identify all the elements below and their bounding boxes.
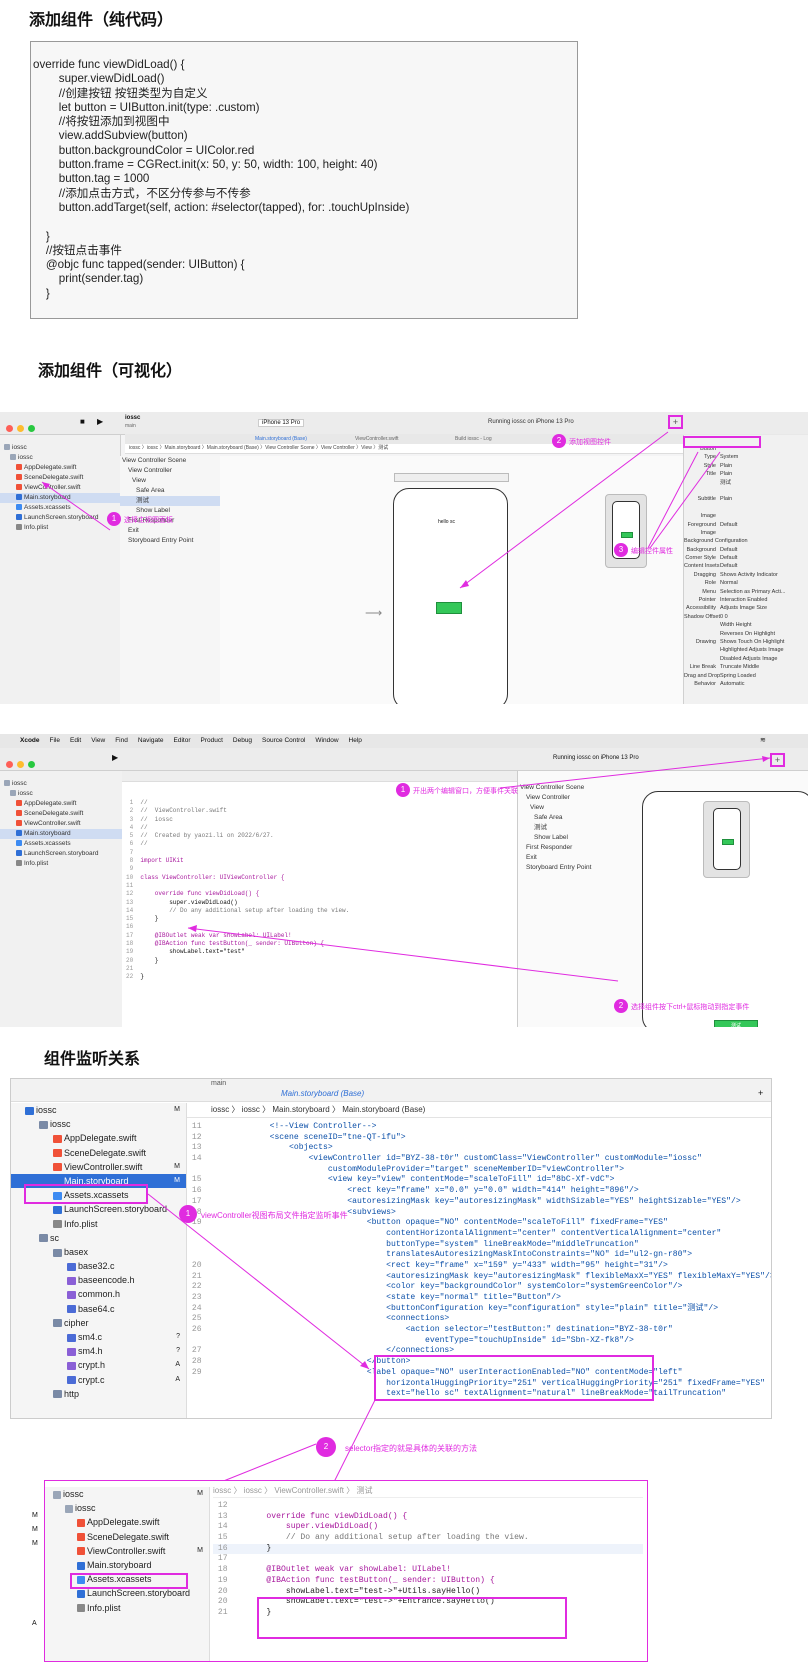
line-text: // Do any additional setup after loading… xyxy=(247,1533,529,1543)
file-name: LaunchScreen.storyboard xyxy=(87,1588,191,1599)
crumb-group[interactable]: iossc xyxy=(244,1486,262,1495)
file-item[interactable]: AppDelegate.swift xyxy=(45,1515,209,1529)
annotation-2-badge: 2 xyxy=(614,999,628,1013)
file-item[interactable]: Main.storyboard xyxy=(45,1558,209,1572)
line-text: override func viewDidLoad() { xyxy=(247,1511,408,1521)
annotation-1-text: viewController视图布局文件指定监听事件 xyxy=(201,1211,348,1220)
code-line: 14 super.viewDidLoad() xyxy=(213,1522,643,1533)
annotation-arrows xyxy=(41,431,721,589)
file-item[interactable]: iossc xyxy=(45,1501,209,1515)
file-name: Main.storyboard xyxy=(87,1559,152,1570)
viewcontroller-highlight xyxy=(70,1573,188,1589)
line-number: 17 xyxy=(213,1554,247,1564)
line-number: 15 xyxy=(213,1533,247,1543)
annotation-1-badge: 1 xyxy=(107,512,121,526)
file-item[interactable]: Info.plist xyxy=(45,1601,209,1615)
code-line: 17 xyxy=(213,1554,643,1565)
line-text: super.viewDidLoad() xyxy=(247,1522,379,1532)
annotation-2-text: selector指定的就是具体的关联的方法 xyxy=(345,1444,478,1453)
line-number: 20 xyxy=(213,1597,247,1607)
file-name: AppDelegate.swift xyxy=(87,1517,160,1528)
file-icon xyxy=(77,1547,85,1556)
annotation-2-badge: 2 xyxy=(316,1437,336,1457)
code-line: 15 // Do any additional setup after load… xyxy=(213,1533,643,1544)
vcs-badge: M xyxy=(32,1526,38,1533)
section-title-code: 添加组件（纯代码） xyxy=(29,12,174,29)
file-icon xyxy=(77,1604,85,1613)
margin-badges: MMMA xyxy=(10,1500,43,1660)
xcode-window-split-editor: Xcode File Edit View Find Navigate Editor Produ… xyxy=(0,734,808,1027)
code-line: 16 } xyxy=(213,1543,643,1555)
xcode-window-storyboard: ■ ▶ iossc main iPhone 13 Pro Running ios… xyxy=(0,412,808,704)
file-icon xyxy=(77,1589,85,1598)
file-name: SceneDelegate.swift xyxy=(87,1531,170,1542)
annotation-3-text: 编辑控件属性 xyxy=(631,548,673,555)
vcs-badge: M xyxy=(197,1490,203,1497)
annotation-1-badge: 1 xyxy=(396,783,410,797)
annotation-2-text: 选择组件按下ctrl+鼠标拖动到指定事件 xyxy=(631,1004,750,1011)
file-item[interactable]: SceneDelegate.swift xyxy=(45,1530,209,1544)
file-name: iossc xyxy=(63,1489,84,1499)
code-line: 18 @IBOutlet weak var showLabel: UILabel… xyxy=(213,1565,643,1576)
file-icon xyxy=(65,1504,73,1513)
code-text: override func viewDidLoad() { super.view… xyxy=(33,58,410,300)
section-title-listener: 组件监听关系 xyxy=(44,1051,141,1068)
annotation-1-badge: 1 xyxy=(179,1205,197,1223)
crumb-project[interactable]: iossc xyxy=(213,1486,231,1495)
line-text: } xyxy=(247,1543,272,1553)
section-title-visual: 添加组件（可视化） xyxy=(38,363,183,380)
annotation-1-text: 开出两个编辑窗口，方便事件关联 xyxy=(413,788,518,795)
code-line: 13 override func viewDidLoad() { xyxy=(213,1512,643,1523)
line-number: 12 xyxy=(213,1501,247,1510)
line-text: @IBAction func testButton(_ sender: UIBu… xyxy=(247,1575,495,1585)
file-name: iossc xyxy=(75,1503,96,1514)
annotation-1-text: 选择主视图面板 xyxy=(124,517,173,524)
file-item[interactable]: iossc M xyxy=(45,1487,209,1501)
line-number: 21 xyxy=(213,1607,247,1617)
line-number: 18 xyxy=(213,1565,247,1575)
vcs-badge: M xyxy=(32,1512,38,1519)
file-icon xyxy=(77,1561,85,1570)
line-text: @IBOutlet weak var showLabel: UILabel! xyxy=(247,1565,451,1575)
line-text: showLabel.text="test->"+Utils.sayHello() xyxy=(247,1586,481,1596)
line-number: 14 xyxy=(213,1522,247,1532)
crumb-symbol[interactable]: 测试 xyxy=(356,1486,372,1495)
line-number: 19 xyxy=(213,1575,247,1585)
file-icon xyxy=(77,1533,85,1542)
line-number: 13 xyxy=(213,1511,247,1521)
xcode-window-xml: main Main.storyboard (Base) + iossc Mioss… xyxy=(10,1078,772,1419)
breadcrumb[interactable]: iossc 〉 iossc 〉 ViewController.swift 〉 测… xyxy=(213,1485,643,1498)
code-line: 12 xyxy=(213,1501,643,1512)
code-line: 20 showLabel.text="test->"+Utils.sayHell… xyxy=(213,1587,643,1598)
vcs-badge: M xyxy=(197,1546,203,1554)
action-highlight xyxy=(257,1597,567,1639)
line-number: 20 xyxy=(213,1586,247,1596)
xcode-window-swift: iossc Miossc AppDelegate.swift SceneDelegat… xyxy=(44,1480,648,1662)
crumb-file[interactable]: ViewController.swift xyxy=(274,1486,344,1495)
file-item[interactable]: ViewController.swift M xyxy=(45,1544,209,1558)
line-number: 16 xyxy=(213,1543,247,1553)
vcs-badge: A xyxy=(32,1620,37,1627)
annotation-arrows xyxy=(147,1193,370,1370)
file-name: Info.plist xyxy=(87,1602,121,1613)
file-icon xyxy=(77,1519,85,1527)
code-block: override func viewDidLoad() { super.view… xyxy=(30,41,578,319)
annotation-2-badge: 2 xyxy=(552,434,566,448)
file-name: ViewController.swift xyxy=(87,1545,166,1556)
annotation-arrows xyxy=(187,756,771,982)
file-icon xyxy=(53,1490,61,1499)
annotation-3-badge: 3 xyxy=(614,543,628,557)
code-line: 19 @IBAction func testButton(_ sender: U… xyxy=(213,1576,643,1587)
annotation-2-text: 添加视图控件 xyxy=(569,439,611,446)
vcs-badge: M xyxy=(32,1540,38,1547)
